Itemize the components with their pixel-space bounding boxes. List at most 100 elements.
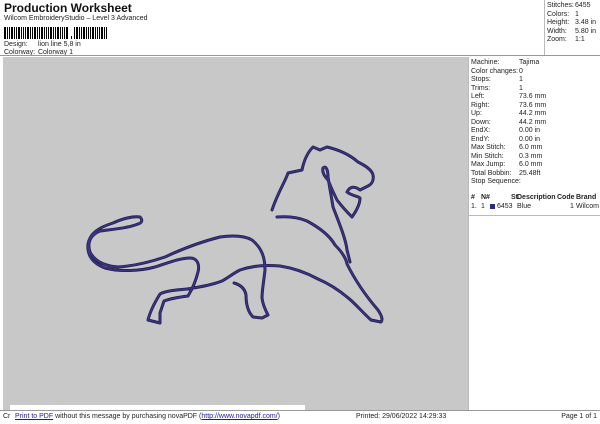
detail-label: Left:: [471, 93, 485, 100]
barcode-bar: [32, 27, 33, 39]
detail-value: 44.2 mm: [519, 110, 547, 117]
barcode-bar: [101, 27, 103, 39]
barcode-bar: [76, 27, 78, 39]
detail-row: Up: 44.2 mm: [471, 110, 546, 117]
summary-value: 5.80 in: [575, 27, 597, 35]
color-swatch: [490, 204, 495, 209]
barcode-bar: [106, 27, 107, 39]
barcode-bar: [104, 27, 105, 39]
summary-row: Zoom: 1:1: [547, 36, 585, 43]
print-to-pdf-link[interactable]: Print to PDF: [15, 413, 53, 420]
detail-label: EndX:: [471, 127, 491, 134]
detail-label: Machine:: [471, 59, 500, 66]
stop-brand: Wilcom: [576, 203, 599, 210]
detail-row: EndY: 0.00 in: [471, 135, 540, 143]
barcode-bar: [14, 27, 15, 39]
printed-date: Printed: 29/06/2022 14:29:33: [356, 413, 447, 420]
barcode-bar: [44, 27, 45, 39]
summary-value: 1: [575, 10, 579, 18]
barcode-bar: [7, 27, 8, 39]
detail-row: Down: 44.2 mm: [471, 118, 546, 126]
stop-stitches: 6453: [497, 203, 513, 210]
barcode-bar: [62, 27, 63, 39]
summary-panel: Stitches: 6455 Colors: 1 Height: 3.48 in Width…: [544, 0, 600, 55]
column-header: Code: [557, 194, 575, 201]
detail-label: Down:: [471, 118, 491, 126]
detail-value: 73.6 mm: [519, 101, 547, 109]
barcode: [4, 25, 132, 39]
detail-label: Max Stitch:: [471, 144, 506, 151]
barcode-bar: [71, 36, 72, 39]
barcode-bar: [11, 27, 13, 39]
detail-label: Stops:: [471, 76, 491, 83]
barcode-bar: [66, 27, 68, 39]
detail-label: Total Bobbin:: [471, 169, 512, 177]
message-suffix: ): [277, 413, 280, 420]
detail-label: Min Stitch:: [471, 152, 504, 160]
detail-value: 0.00 in: [519, 127, 541, 134]
barcode-bar: [81, 27, 82, 39]
detail-label: Right:: [471, 101, 490, 109]
summary-label: Colors:: [547, 10, 570, 18]
summary-value: 1:1: [575, 36, 585, 43]
detail-value: 0.00 in: [519, 135, 541, 143]
barcode-bar: [99, 27, 100, 39]
detail-row: Machine: Tajima: [471, 59, 539, 66]
barcode-bar: [57, 27, 59, 39]
summary-value: 3.48 in: [575, 19, 597, 26]
message-text: without this message by purchasing novaP…: [53, 413, 202, 420]
barcode-bar: [25, 27, 26, 39]
summary-label: Width:: [547, 27, 567, 35]
barcode-bar: [88, 27, 89, 39]
barcode-bar: [34, 27, 36, 39]
summary-row: Width: 5.80 in: [547, 27, 596, 35]
barcode-bar: [27, 27, 29, 39]
column-header: N#: [481, 194, 490, 201]
detail-value: 73.6 mm: [519, 93, 547, 100]
divider: [469, 215, 600, 216]
column-header: Brand: [576, 194, 597, 201]
software-subtitle: Wilcom EmbroideryStudio – Level 3 Advanc…: [4, 15, 148, 22]
detail-row: Min Stitch: 0.3 mm: [471, 152, 542, 160]
detail-row: Trims: 1: [471, 84, 523, 92]
barcode-bar: [86, 27, 87, 39]
detail-label: Color changes:: [471, 67, 519, 75]
detail-row: Stops: 1: [471, 76, 523, 83]
detail-row: Max Jump: 6.0 mm: [471, 161, 542, 168]
detail-value: Tajima: [519, 59, 540, 66]
detail-label: Up:: [471, 110, 482, 117]
novapdf-message: Print to PDF without this message by pur…: [15, 413, 280, 420]
barcode-bar: [50, 27, 52, 39]
detail-row: EndX: 0.00 in: [471, 127, 540, 134]
barcode-bar: [16, 27, 17, 39]
lion-stitch-highlight: [87, 216, 383, 324]
summary-label: Stitches:: [547, 2, 574, 9]
detail-value: 25.48ft: [519, 169, 541, 177]
barcode-bar: [9, 27, 10, 39]
barcode-bar: [79, 27, 80, 39]
summary-value: 6455: [575, 2, 591, 9]
stop-num: 1.: [471, 203, 477, 210]
summary-label: Height:: [547, 19, 570, 26]
barcode-bar: [37, 27, 38, 39]
detail-label: EndY:: [471, 135, 490, 143]
novapdf-link[interactable]: http://www.novapdf.com/: [201, 413, 277, 420]
stop-description: Blue: [517, 203, 532, 210]
detail-value: 0.3 mm: [519, 152, 543, 160]
detail-value: 6.0 mm: [519, 144, 543, 151]
design-field: Design: lion line 5,8 in: [4, 41, 81, 48]
barcode-bar: [97, 27, 98, 39]
detail-label: Trims:: [471, 84, 491, 92]
barcode-bar: [74, 27, 75, 39]
detail-value: 6.0 mm: [519, 161, 543, 168]
barcode-bar: [46, 27, 47, 39]
column-header: Description: [517, 194, 556, 201]
detail-row: Color changes: 0: [471, 67, 523, 75]
barcode-bar: [64, 27, 65, 39]
barcode-bar: [48, 27, 49, 39]
barcode-bar: [4, 27, 6, 39]
summary-row: Height: 3.48 in: [547, 19, 596, 26]
detail-value: 0: [519, 67, 523, 75]
detail-row: Max Stitch: 6.0 mm: [471, 144, 542, 151]
footer-prefix: Cr: [3, 413, 11, 420]
